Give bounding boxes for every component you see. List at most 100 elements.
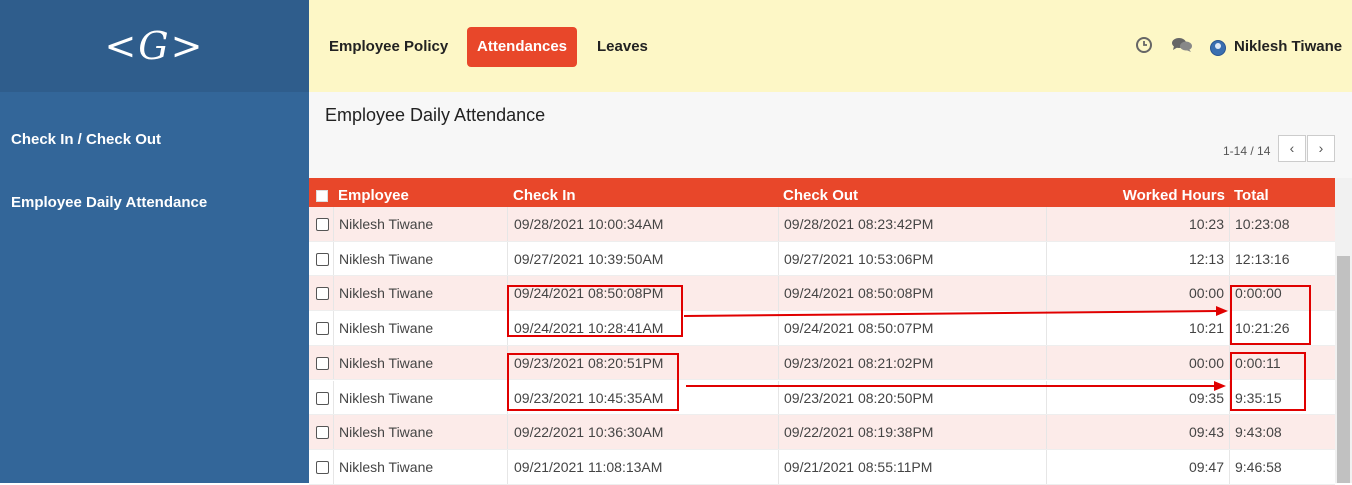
- cell-worked-hours: 12:13: [1188, 250, 1224, 267]
- col-divider: [333, 380, 334, 415]
- col-divider: [778, 449, 779, 484]
- pager-next-button[interactable]: ›: [1307, 135, 1335, 162]
- col-divider: [507, 380, 508, 415]
- avatar[interactable]: [1210, 40, 1226, 56]
- cell-worked-hours: 09:35: [1188, 389, 1224, 406]
- select-all-checkbox[interactable]: [316, 190, 328, 202]
- top-nav: Employee Policy Attendances Leaves Nikle…: [309, 0, 1352, 92]
- table-row[interactable]: Niklesh Tiwane 09/22/2021 10:36:30AM 09/22…: [309, 415, 1335, 450]
- col-divider: [507, 449, 508, 484]
- cell-employee: Niklesh Tiwane: [339, 320, 434, 337]
- col-divider: [507, 241, 508, 276]
- col-divider: [778, 207, 779, 241]
- logo[interactable]: <G>: [0, 0, 309, 92]
- cell-check-in: 09/24/2021 10:28:41AM: [514, 320, 664, 337]
- row-checkbox[interactable]: [316, 391, 329, 405]
- sidebar-item-daily-attendance[interactable]: Employee Daily Attendance: [11, 194, 207, 211]
- cell-employee: Niklesh Tiwane: [339, 389, 434, 406]
- nav-leaves[interactable]: Leaves: [587, 27, 658, 67]
- table-row[interactable]: Niklesh Tiwane 09/27/2021 10:39:50AM 09/27…: [309, 241, 1335, 277]
- cell-employee: Niklesh Tiwane: [339, 216, 434, 232]
- col-total[interactable]: Total: [1234, 187, 1269, 204]
- nav-attendances[interactable]: Attendances: [467, 27, 578, 67]
- col-divider: [1229, 207, 1230, 241]
- row-checkbox[interactable]: [316, 287, 329, 301]
- cell-worked-hours: 09:43: [1188, 424, 1224, 441]
- col-divider: [1229, 415, 1230, 449]
- cell-check-in: 09/23/2021 10:45:35AM: [514, 389, 664, 406]
- cell-total: 0:00:00: [1235, 285, 1282, 302]
- cell-employee: Niklesh Tiwane: [339, 458, 434, 475]
- col-divider: [333, 449, 334, 484]
- col-divider: [1046, 241, 1047, 276]
- cell-check-out: 09/23/2021 08:20:50PM: [784, 389, 934, 406]
- col-divider: [333, 345, 334, 380]
- col-divider: [507, 207, 508, 241]
- table-row[interactable]: Niklesh Tiwane 09/21/2021 11:08:13AM 09/21…: [309, 449, 1335, 485]
- row-checkbox[interactable]: [316, 460, 329, 474]
- table-row[interactable]: Niklesh Tiwane 09/28/2021 10:00:34AM 09/28…: [309, 207, 1335, 242]
- cell-check-out: 09/27/2021 10:53:06PM: [784, 250, 934, 267]
- col-divider: [333, 311, 334, 345]
- table-row[interactable]: Niklesh Tiwane 09/23/2021 10:45:35AM 09/23…: [309, 380, 1335, 416]
- col-divider: [333, 207, 334, 241]
- col-worked-hours[interactable]: Worked Hours: [1123, 187, 1225, 204]
- chat-icon[interactable]: [1171, 36, 1193, 54]
- col-divider: [1046, 207, 1047, 241]
- col-divider: [507, 415, 508, 449]
- nav-employee-policy[interactable]: Employee Policy: [319, 27, 458, 67]
- col-divider: [1229, 276, 1230, 311]
- cell-worked-hours: 00:00: [1188, 354, 1224, 371]
- row-checkbox[interactable]: [316, 252, 329, 266]
- scrollbar-thumb[interactable]: [1337, 256, 1350, 483]
- cell-employee: Niklesh Tiwane: [339, 250, 434, 267]
- cell-worked-hours: 10:23: [1188, 216, 1224, 232]
- cell-employee: Niklesh Tiwane: [339, 354, 434, 371]
- col-divider: [778, 311, 779, 345]
- col-divider: [778, 241, 779, 276]
- scrollbar[interactable]: [1335, 178, 1352, 483]
- cell-check-in: 09/24/2021 08:50:08PM: [514, 285, 664, 302]
- col-divider: [507, 276, 508, 311]
- col-divider: [1046, 311, 1047, 345]
- col-divider: [1229, 311, 1230, 345]
- cell-total: 9:46:58: [1235, 458, 1282, 475]
- col-divider: [1229, 345, 1230, 380]
- cell-check-out: 09/22/2021 08:19:38PM: [784, 424, 934, 441]
- cell-total: 9:43:08: [1235, 424, 1282, 441]
- col-check-out[interactable]: Check Out: [783, 187, 858, 204]
- table-row[interactable]: Niklesh Tiwane 09/24/2021 08:50:08PM 09/24…: [309, 276, 1335, 312]
- cell-check-in: 09/22/2021 10:36:30AM: [514, 424, 664, 441]
- cell-check-out: 09/28/2021 08:23:42PM: [784, 216, 934, 232]
- table-row[interactable]: Niklesh Tiwane 09/23/2021 08:20:51PM 09/23…: [309, 345, 1335, 381]
- row-checkbox[interactable]: [316, 426, 329, 440]
- cell-worked-hours: 09:47: [1188, 458, 1224, 475]
- pager-prev-button[interactable]: ‹: [1278, 135, 1306, 162]
- table-row[interactable]: Niklesh Tiwane 09/24/2021 10:28:41AM 09/24…: [309, 311, 1335, 346]
- cell-check-in: 09/28/2021 10:00:34AM: [514, 216, 664, 232]
- col-divider: [333, 241, 334, 276]
- col-divider: [1046, 276, 1047, 311]
- row-checkbox[interactable]: [316, 218, 329, 231]
- pager-value[interactable]: 1-14 / 14: [1223, 144, 1270, 158]
- col-employee[interactable]: Employee: [338, 187, 409, 204]
- col-check-in[interactable]: Check In: [513, 187, 576, 204]
- cell-employee: Niklesh Tiwane: [339, 424, 434, 441]
- page-title: Employee Daily Attendance: [325, 105, 546, 125]
- col-divider: [778, 345, 779, 380]
- col-divider: [1229, 449, 1230, 484]
- cell-worked-hours: 10:21: [1188, 320, 1224, 337]
- cell-total: 0:00:11: [1235, 354, 1281, 371]
- col-divider: [507, 311, 508, 345]
- cell-check-out: 09/24/2021 08:50:08PM: [784, 285, 934, 302]
- cell-total: 10:21:26: [1235, 320, 1290, 337]
- user-menu[interactable]: Niklesh Tiwane: [1234, 38, 1342, 55]
- cell-employee: Niklesh Tiwane: [339, 285, 434, 302]
- row-checkbox[interactable]: [316, 356, 329, 370]
- col-divider: [1046, 449, 1047, 484]
- content-header: Employee Daily Attendance 1-14 / 14 ‹ ›: [309, 92, 1352, 178]
- sidebar-item-check-in-out[interactable]: Check In / Check Out: [11, 131, 161, 148]
- col-divider: [1046, 345, 1047, 380]
- clock-icon[interactable]: [1135, 36, 1153, 54]
- row-checkbox[interactable]: [316, 322, 329, 336]
